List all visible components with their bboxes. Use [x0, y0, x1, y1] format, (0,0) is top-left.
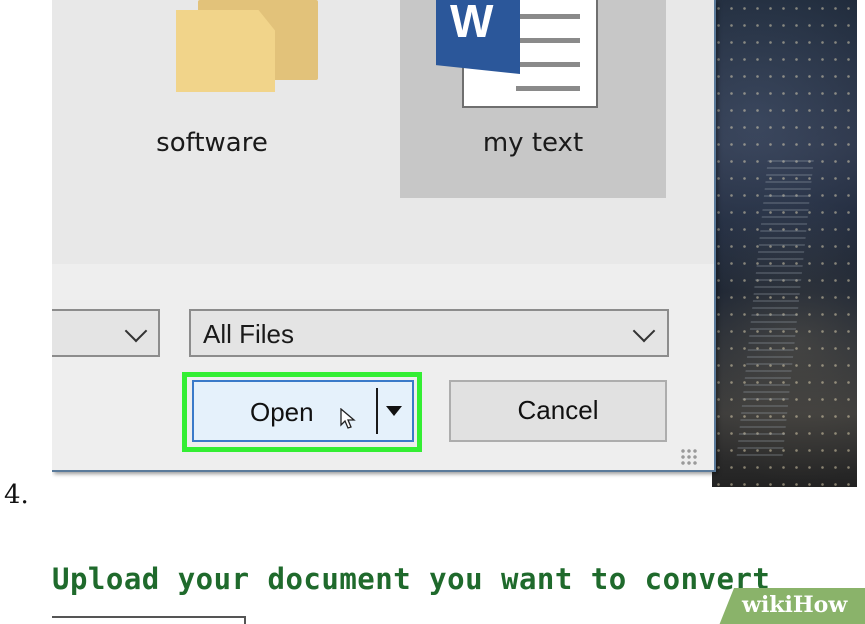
doc-line	[516, 62, 580, 67]
resize-grip-icon[interactable]	[680, 448, 698, 466]
word-logo-letter: W	[450, 0, 494, 47]
background-page-text: f P y V t f	[857, 0, 865, 487]
mouse-cursor-icon	[340, 408, 356, 429]
filename-combobox[interactable]	[52, 309, 160, 357]
file-list-pane: software W my text	[52, 0, 714, 264]
file-type-value: All Files	[203, 319, 295, 349]
file-name-label: software	[156, 128, 268, 158]
folder-icon	[176, 0, 320, 92]
wikihow-watermark-text: wikiHow	[742, 592, 848, 618]
file-name-label: my text	[482, 128, 584, 158]
step-number: 4.	[4, 480, 29, 510]
wikihow-watermark: wikiHow	[718, 588, 865, 624]
chevron-down-icon	[632, 319, 656, 343]
screenshot: f P y V t f software	[52, 0, 865, 487]
doc-line	[516, 14, 580, 19]
cancel-button[interactable]: Cancel	[449, 380, 667, 442]
file-item-software[interactable]: software	[112, 0, 318, 170]
word-logo-icon: W	[436, 0, 520, 74]
split-button-divider	[376, 388, 378, 434]
doc-line	[516, 86, 580, 91]
file-type-dropdown[interactable]: All Files	[189, 309, 669, 357]
open-button-label: Open	[250, 397, 314, 427]
open-file-dialog: software W my text All Files Open Cancel	[52, 0, 716, 472]
doc-line	[516, 38, 580, 43]
dropdown-arrow-icon[interactable]	[386, 406, 402, 416]
open-button[interactable]: Open	[192, 380, 414, 442]
chevron-down-icon	[124, 319, 148, 343]
upload-box[interactable]	[52, 616, 246, 624]
file-item-my-text[interactable]: W my text	[400, 0, 666, 198]
page-canvas: f P y V t f software	[0, 0, 865, 624]
desktop-background-image	[712, 0, 857, 487]
dialog-footer: All Files Open Cancel	[52, 264, 714, 470]
